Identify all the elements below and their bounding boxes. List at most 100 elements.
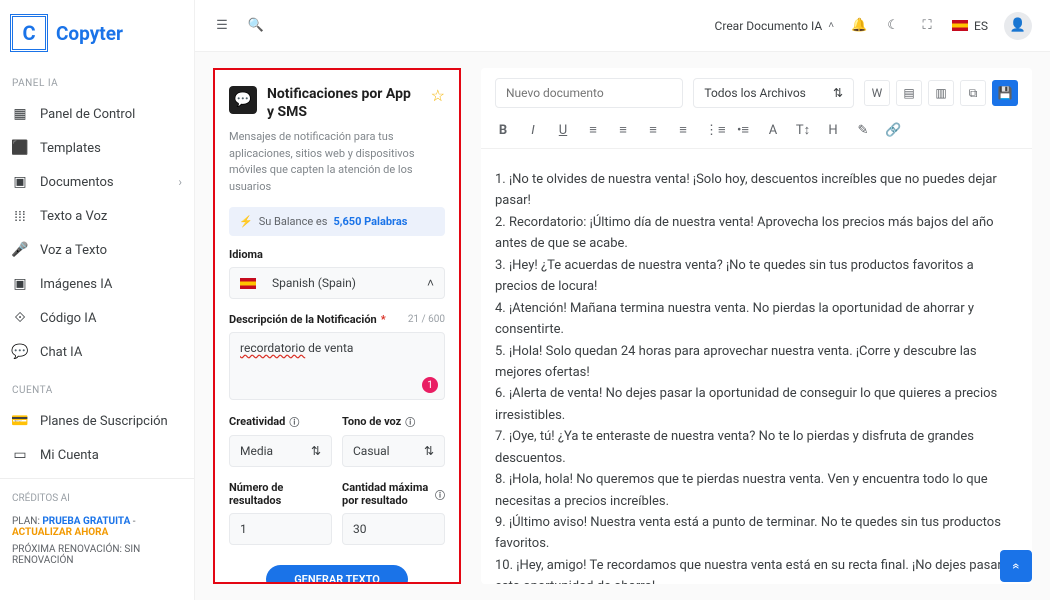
language-value: Spanish (Spain) xyxy=(272,276,356,290)
sidebar-item-label: Planes de Suscripción xyxy=(40,414,168,429)
fullscreen-icon[interactable]: ⛶ xyxy=(918,17,936,35)
folder-select[interactable]: Todos los Archivos ⇅ xyxy=(693,78,854,108)
sidebar-item-imagenes-ia[interactable]: ▣ Imágenes IA xyxy=(0,267,194,301)
creativity-select[interactable]: Media⇅ xyxy=(229,435,332,467)
sidebar-item-mi-cuenta[interactable]: ▭ Mi Cuenta xyxy=(0,438,194,472)
description-field-label: Descripción de la Notificación* 21 / 600 xyxy=(229,313,445,326)
underline-icon[interactable]: U xyxy=(555,123,571,138)
sidebar-item-chat-ia[interactable]: 💬 Chat IA xyxy=(0,335,194,369)
language-selector[interactable]: ES xyxy=(952,19,988,33)
template-form-panel: 💬 Notificaciones por App y SMS ☆ Mensaje… xyxy=(213,68,461,584)
sidebar-item-texto-a-voz[interactable]: ⁞⁞⁞ Texto a Voz xyxy=(0,199,194,233)
editor-panel: Todos los Archivos ⇅ W ▤ ▥ ⧉ 💾 B I U xyxy=(481,68,1032,584)
info-icon[interactable]: ⓘ xyxy=(435,487,445,502)
bold-icon[interactable]: B xyxy=(495,123,511,138)
generate-button[interactable]: GENERAR TEXTO xyxy=(266,565,408,584)
description-textarea[interactable]: recordatorio de venta 1 xyxy=(229,332,445,400)
creativity-value: Media xyxy=(240,444,273,458)
results-input[interactable]: 1 xyxy=(229,513,332,545)
info-icon[interactable]: ⓘ xyxy=(289,414,299,429)
maxwords-input[interactable]: 30 xyxy=(342,513,445,545)
sidebar-item-label: Código IA xyxy=(40,311,96,326)
create-document-dropdown[interactable]: Crear Documento IA ˄ xyxy=(715,19,835,33)
document-icon: ▣ xyxy=(12,174,28,190)
align-left-icon[interactable]: ≡ xyxy=(585,122,601,138)
sidebar-item-label: Templates xyxy=(40,141,101,156)
results-field-label: Número de resultados xyxy=(229,481,332,507)
flag-es-icon xyxy=(952,20,968,31)
balance-prefix: Su Balance es xyxy=(259,215,328,228)
sidebar-item-label: Mi Cuenta xyxy=(40,448,99,463)
align-right-icon[interactable]: ≡ xyxy=(645,122,661,138)
maxwords-field-label: Cantidad máxima por resultado ⓘ xyxy=(342,481,445,507)
chevron-right-icon: › xyxy=(178,175,182,189)
plan-line: PLAN: PRUEBA GRATUITA - ACTUALIZAR AHORA xyxy=(0,512,194,538)
favorite-star-icon[interactable]: ☆ xyxy=(431,86,445,105)
sort-icon: ⇅ xyxy=(424,444,434,458)
balance-value: 5,650 Palabras xyxy=(333,215,407,228)
info-icon[interactable]: ⓘ xyxy=(405,414,415,429)
tone-select[interactable]: Casual ⇅ xyxy=(342,435,445,467)
folder-value: Todos los Archivos xyxy=(704,86,806,100)
export-pdf-icon[interactable]: ▤ xyxy=(896,80,922,106)
sidebar-item-label: Panel de Control xyxy=(40,107,135,122)
logo[interactable]: C Copyter xyxy=(0,0,194,72)
search-icon[interactable]: 🔍 xyxy=(247,17,265,35)
content: 💬 Notificaciones por App y SMS ☆ Mensaje… xyxy=(195,52,1050,600)
sms-icon: 💬 xyxy=(229,86,257,114)
topbar: ☰ 🔍 Crear Documento IA ˄ 🔔 ☾ ⛶ ES 👤 xyxy=(195,0,1050,52)
sidebar-section-panel-ia: PANEL IA xyxy=(0,72,194,97)
scroll-top-button[interactable]: « xyxy=(1000,550,1032,582)
logo-text: Copyter xyxy=(56,22,123,45)
error-badge[interactable]: 1 xyxy=(422,377,438,393)
language-select[interactable]: Spanish (Spain) ˄ xyxy=(229,267,445,299)
sidebar-item-panel-de-control[interactable]: ▦ Panel de Control xyxy=(0,97,194,131)
main: ☰ 🔍 Crear Documento IA ˄ 🔔 ☾ ⛶ ES 👤 xyxy=(195,0,1050,600)
plan-upgrade-link[interactable]: ACTUALIZAR AHORA xyxy=(12,527,108,538)
flag-es-icon xyxy=(240,278,256,289)
sidebar-item-voz-a-texto[interactable]: 🎤 Voz a Texto xyxy=(0,233,194,267)
copy-icon[interactable]: ⧉ xyxy=(960,80,986,106)
editor-line: 9. ¡Último aviso! Nuestra venta está a p… xyxy=(495,512,1018,555)
language-code: ES xyxy=(974,19,988,33)
editor-line: 7. ¡Oye, tú! ¿Ya te enteraste de nuestra… xyxy=(495,426,1018,469)
language-field-label: Idioma xyxy=(229,248,445,261)
font-family-icon[interactable]: A xyxy=(765,123,781,138)
document-name-input[interactable] xyxy=(495,78,683,108)
sidebar-item-label: Texto a Voz xyxy=(40,209,107,224)
highlight-icon[interactable]: ✎ xyxy=(855,123,871,138)
sidebar-item-codigo-ia[interactable]: ⟐ Código IA xyxy=(0,301,194,335)
plan-value[interactable]: PRUEBA GRATUITA xyxy=(42,516,130,527)
export-word-icon[interactable]: W xyxy=(864,80,890,106)
font-size-icon[interactable]: T↕ xyxy=(795,122,811,138)
editor-body[interactable]: 1. ¡No te olvides de nuestra venta! ¡Sol… xyxy=(481,149,1032,584)
sidebar-item-planes[interactable]: 💳 Planes de Suscripción xyxy=(0,404,194,438)
credits-label: CRÉDITOS AI xyxy=(0,485,194,512)
editor-line: 2. Recordatorio: ¡Último día de nuestra … xyxy=(495,212,1018,255)
heading-icon[interactable]: H xyxy=(825,123,841,138)
avatar[interactable]: 👤 xyxy=(1004,12,1032,40)
tone-value: Casual xyxy=(353,444,390,458)
dashboard-icon: ▦ xyxy=(12,106,28,122)
align-justify-icon[interactable]: ≡ xyxy=(675,122,691,138)
export-txt-icon[interactable]: ▥ xyxy=(928,80,954,106)
moon-icon[interactable]: ☾ xyxy=(884,17,902,35)
sidebar-item-templates[interactable]: ⬛ Templates xyxy=(0,131,194,165)
sidebar-item-documentos[interactable]: ▣ Documentos › xyxy=(0,165,194,199)
editor-line: 3. ¡Hey! ¿Te acuerdas de nuestra venta? … xyxy=(495,255,1018,298)
save-button[interactable]: 💾 xyxy=(992,80,1018,106)
unordered-list-icon[interactable]: •≡ xyxy=(735,122,751,138)
divider xyxy=(0,478,194,479)
code-icon: ⟐ xyxy=(12,310,28,326)
chat-icon: 💬 xyxy=(12,344,28,360)
image-icon: ▣ xyxy=(12,276,28,292)
menu-toggle-icon[interactable]: ☰ xyxy=(213,17,231,35)
link-icon[interactable]: 🔗 xyxy=(885,123,901,138)
sidebar-item-label: Voz a Texto xyxy=(40,243,107,258)
bell-icon[interactable]: 🔔 xyxy=(850,17,868,35)
align-center-icon[interactable]: ≡ xyxy=(615,122,631,138)
microphone-icon: 🎤 xyxy=(12,242,28,258)
italic-icon[interactable]: I xyxy=(525,123,541,138)
balance-box: ⚡ Su Balance es 5,650 Palabras xyxy=(229,207,445,236)
ordered-list-icon[interactable]: ⋮≡ xyxy=(705,122,721,138)
